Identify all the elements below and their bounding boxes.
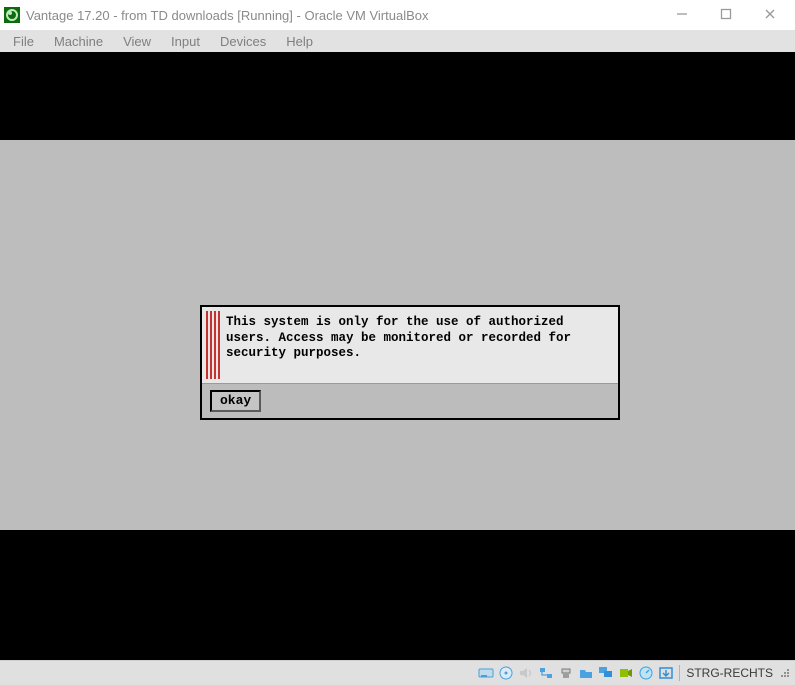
- network-icon[interactable]: [537, 665, 555, 681]
- window-title: Vantage 17.20 - from TD downloads [Runni…: [26, 8, 675, 23]
- resize-grip[interactable]: [779, 667, 791, 679]
- close-button[interactable]: [763, 8, 777, 23]
- harddisk-icon[interactable]: [477, 665, 495, 681]
- host-key-indicator[interactable]: STRG-RECHTS: [684, 666, 773, 680]
- dialog-message: This system is only for the use of autho…: [226, 311, 614, 379]
- menu-devices[interactable]: Devices: [211, 32, 275, 51]
- display-icon[interactable]: [597, 665, 615, 681]
- menu-view[interactable]: View: [114, 32, 160, 51]
- menu-bar: File Machine View Input Devices Help: [0, 30, 795, 52]
- warning-stripe-icon: [206, 311, 220, 379]
- cpu-icon[interactable]: [637, 665, 655, 681]
- menu-help[interactable]: Help: [277, 32, 322, 51]
- status-bar: STRG-RECHTS: [0, 660, 795, 685]
- dialog-body: This system is only for the use of autho…: [202, 307, 618, 383]
- audio-icon[interactable]: [517, 665, 535, 681]
- usb-icon[interactable]: [557, 665, 575, 681]
- shared-folder-icon[interactable]: [577, 665, 595, 681]
- mouse-integration-icon[interactable]: [657, 665, 675, 681]
- statusbar-separator: [679, 665, 680, 681]
- status-icons: [477, 665, 675, 681]
- window-controls: [675, 8, 791, 23]
- window-titlebar: Vantage 17.20 - from TD downloads [Runni…: [0, 0, 795, 30]
- menu-file[interactable]: File: [4, 32, 43, 51]
- login-banner-dialog: This system is only for the use of autho…: [200, 305, 620, 420]
- menu-input[interactable]: Input: [162, 32, 209, 51]
- recording-icon[interactable]: [617, 665, 635, 681]
- maximize-button[interactable]: [719, 8, 733, 23]
- dialog-footer: okay: [202, 383, 618, 418]
- app-icon: [4, 7, 20, 23]
- minimize-button[interactable]: [675, 8, 689, 23]
- ok-button[interactable]: okay: [210, 390, 261, 412]
- letterbox-top: [0, 52, 795, 140]
- letterbox-bottom: [0, 530, 795, 660]
- menu-machine[interactable]: Machine: [45, 32, 112, 51]
- optical-disc-icon[interactable]: [497, 665, 515, 681]
